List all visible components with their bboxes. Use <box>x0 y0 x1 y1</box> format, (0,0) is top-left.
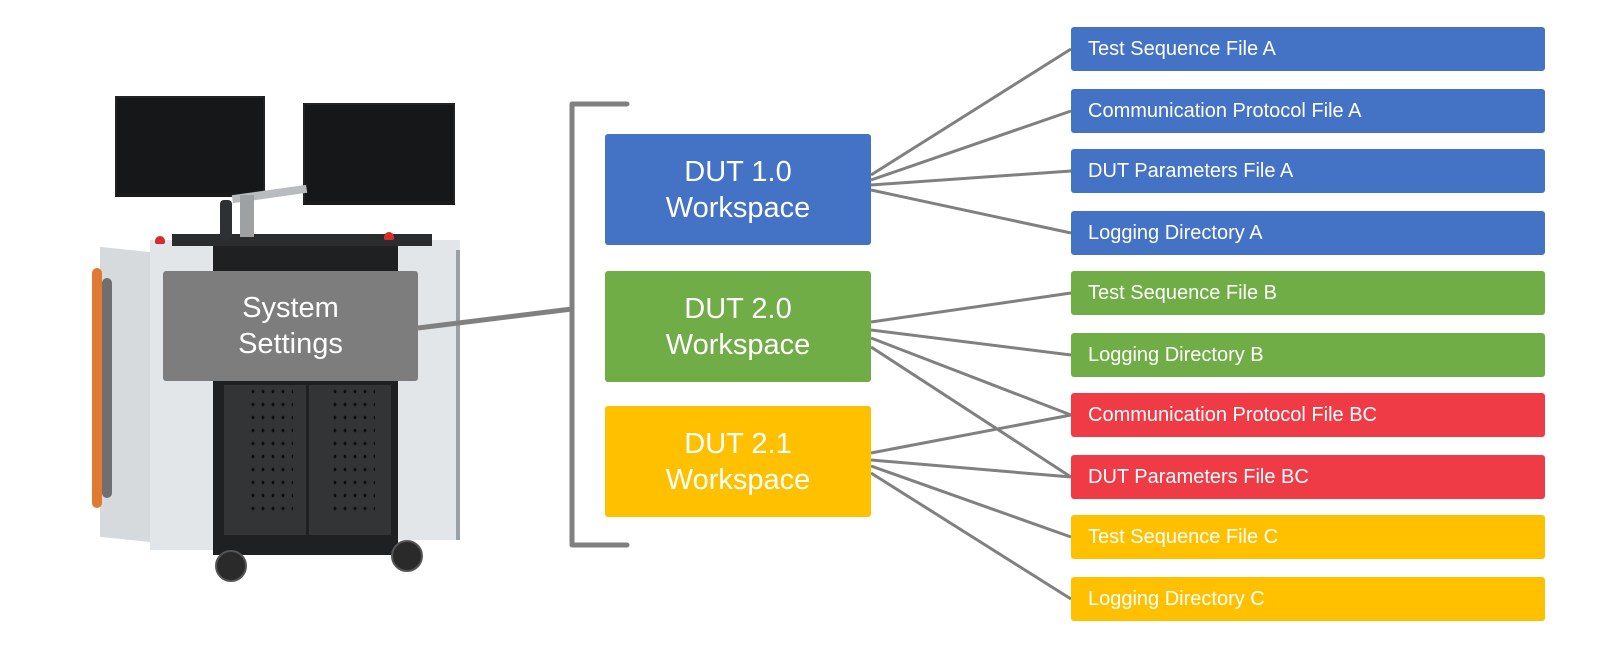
system-settings-line2: Settings <box>238 328 343 360</box>
file-label: Test Sequence File B <box>1088 281 1277 304</box>
file-communication-protocol-a[interactable]: Communication Protocol File A <box>1071 89 1545 133</box>
workspace-title: DUT 2.1 <box>684 427 792 460</box>
file-logging-directory-b[interactable]: Logging Directory B <box>1071 333 1545 377</box>
file-dut-parameters-bc[interactable]: DUT Parameters File BC <box>1071 455 1545 499</box>
file-label: Test Sequence File C <box>1088 525 1279 548</box>
link-dut21-to-file-9 <box>870 471 1072 601</box>
file-label: Communication Protocol File BC <box>1088 403 1377 426</box>
link-dut10-to-file-2 <box>870 169 1072 187</box>
file-label: Logging Directory A <box>1088 221 1263 244</box>
settings-to-bracket-line <box>417 306 573 331</box>
link-dut20-to-file-5 <box>870 328 1072 357</box>
workspace-dut-1-0[interactable]: DUT 1.0 Workspace <box>605 134 871 245</box>
link-dut20-to-file-7 <box>870 345 1072 479</box>
file-label: DUT Parameters File A <box>1088 159 1294 182</box>
file-label: DUT Parameters File BC <box>1088 465 1309 488</box>
workspace-subtitle: Workspace <box>665 191 811 224</box>
workspace-title: DUT 2.0 <box>684 292 792 325</box>
link-dut10-to-file-0 <box>870 47 1072 177</box>
file-test-sequence-a[interactable]: Test Sequence File A <box>1071 27 1545 71</box>
file-logging-directory-a[interactable]: Logging Directory A <box>1071 211 1545 255</box>
link-dut21-to-file-7 <box>870 458 1072 479</box>
link-dut10-to-file-1 <box>870 109 1072 182</box>
file-test-sequence-b[interactable]: Test Sequence File B <box>1071 271 1545 315</box>
diagram-canvas: System Settings DUT 1.0 Workspace DUT 2.… <box>0 0 1600 651</box>
workspace-title: DUT 1.0 <box>684 155 792 188</box>
file-communication-protocol-bc[interactable]: Communication Protocol File BC <box>1071 393 1545 437</box>
link-dut20-to-file-6 <box>870 336 1072 417</box>
file-label: Communication Protocol File A <box>1088 99 1362 122</box>
workspace-subtitle: Workspace <box>665 328 811 361</box>
system-settings-line1: System <box>242 292 339 324</box>
system-settings-box[interactable]: System Settings <box>163 271 418 381</box>
link-dut20-to-file-4 <box>870 291 1072 324</box>
file-label: Logging Directory B <box>1088 343 1264 366</box>
file-test-sequence-c[interactable]: Test Sequence File C <box>1071 515 1545 559</box>
file-logging-directory-c[interactable]: Logging Directory C <box>1071 577 1545 621</box>
file-dut-parameters-a[interactable]: DUT Parameters File A <box>1071 149 1545 193</box>
workspace-dut-2-0[interactable]: DUT 2.0 Workspace <box>605 271 871 382</box>
file-label: Logging Directory C <box>1088 587 1265 610</box>
workspace-file-links <box>870 47 1072 601</box>
workspace-dut-2-1[interactable]: DUT 2.1 Workspace <box>605 406 871 517</box>
link-dut10-to-file-3 <box>870 188 1072 235</box>
file-label: Test Sequence File A <box>1088 37 1276 60</box>
link-dut21-to-file-8 <box>870 464 1072 539</box>
link-dut21-to-file-6 <box>870 413 1072 455</box>
workspace-subtitle: Workspace <box>665 463 811 496</box>
